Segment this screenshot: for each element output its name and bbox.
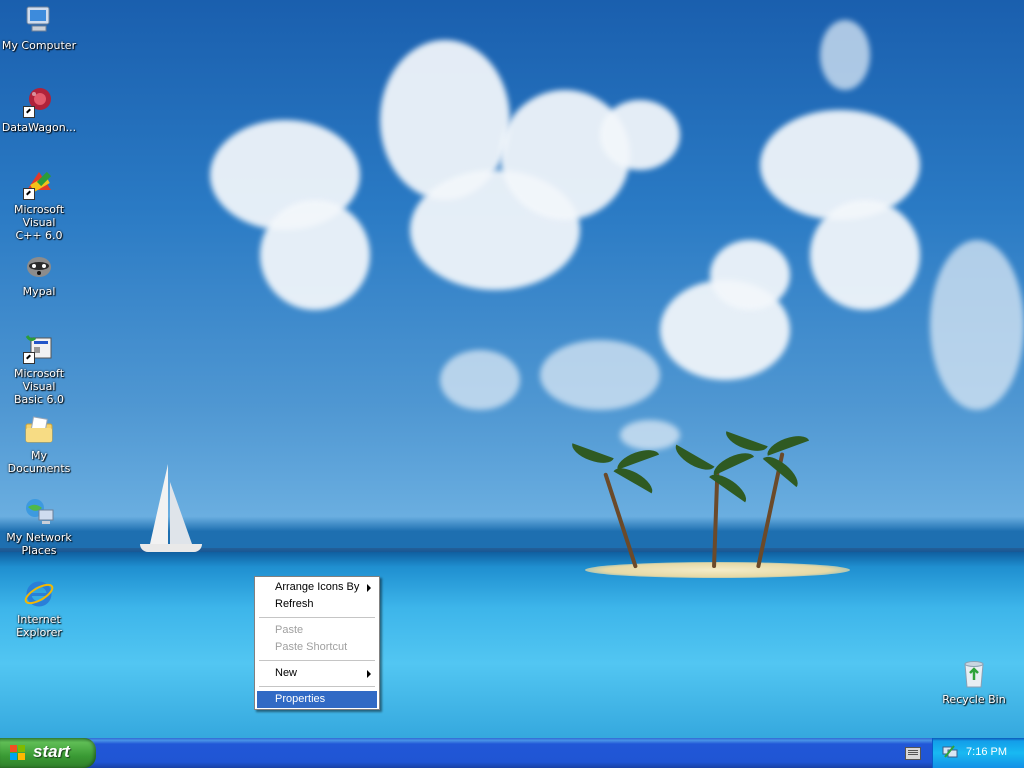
keyboard-icon[interactable]	[905, 747, 921, 760]
desktop-icon-label: Mypal	[22, 285, 56, 298]
start-label: start	[33, 742, 70, 761]
submenu-arrow-icon	[367, 584, 371, 592]
desktop-icon-label: Internet	[17, 613, 61, 626]
menu-item-label: Paste	[275, 624, 304, 636]
menu-item-arrange-icons-by[interactable]: Arrange Icons By	[257, 579, 377, 596]
menu-item-label: Arrange Icons By	[275, 581, 360, 593]
desktop-icon-datawagon[interactable]: DataWagon...	[0, 86, 78, 134]
computer-icon	[23, 4, 55, 36]
menu-item-properties[interactable]: Properties	[257, 691, 377, 708]
network-places-icon	[23, 496, 55, 528]
menu-item-paste[interactable]: Paste	[257, 622, 377, 639]
menu-item-label: Paste Shortcut	[275, 641, 348, 653]
documents-folder-icon	[23, 414, 55, 446]
menu-item-label: Properties	[275, 693, 326, 705]
network-tray-icon[interactable]	[942, 745, 958, 759]
desktop-icon-visual-basic[interactable]: Microsoft Visual Basic 6.0	[0, 332, 78, 406]
taskbar: start 7:16 PM	[0, 738, 1024, 768]
desktop-icon-label-line2: Explorer	[16, 626, 62, 639]
recycle-bin-icon	[958, 658, 990, 690]
mypal-raccoon-icon	[23, 250, 55, 282]
windows-logo-icon	[10, 745, 26, 761]
desktop-icon-my-network-places[interactable]: My Network Places	[0, 496, 78, 557]
menu-item-paste-shortcut[interactable]: Paste Shortcut	[257, 639, 377, 656]
internet-explorer-icon	[23, 578, 55, 610]
menu-separator	[259, 686, 375, 687]
system-tray: 7:16 PM	[932, 738, 1024, 768]
menu-item-label: Refresh	[275, 598, 314, 610]
desktop-icon-label: Microsoft Visual	[13, 203, 65, 229]
desktop-icon-label: Recycle Bin	[942, 693, 1006, 706]
desktop-icon-label: DataWagon...	[1, 121, 77, 134]
desktop-icon-label-line2: C++ 6.0	[15, 229, 63, 242]
datawagon-icon	[23, 86, 55, 118]
menu-separator	[259, 660, 375, 661]
shortcut-arrow-icon	[23, 352, 35, 364]
desktop-icon-internet-explorer[interactable]: Internet Explorer	[0, 578, 78, 639]
desktop-icon-my-documents[interactable]: My Documents	[0, 414, 78, 475]
clock[interactable]: 7:16 PM	[966, 746, 1007, 758]
desktop-context-menu: Arrange Icons By Refresh Paste Paste Sho…	[254, 576, 380, 710]
menu-separator	[259, 617, 375, 618]
desktop-icon-label: My Network	[6, 531, 72, 544]
visual-basic-icon	[23, 332, 55, 364]
desktop-icon-label-line2: Basic 6.0	[13, 393, 65, 406]
menu-item-refresh[interactable]: Refresh	[257, 596, 377, 613]
visual-cpp-icon	[23, 168, 55, 200]
menu-item-new[interactable]: New	[257, 665, 377, 682]
start-button[interactable]: start	[0, 738, 96, 768]
desktop-icon-label: My Computer	[1, 39, 77, 52]
sailboat	[140, 460, 204, 560]
desktop-icon-my-computer[interactable]: My Computer	[0, 4, 78, 52]
shortcut-arrow-icon	[23, 106, 35, 118]
desktop-icon-label-line2: Places	[21, 544, 57, 557]
menu-item-label: New	[275, 667, 298, 679]
desktop-icon-label: Microsoft Visual	[13, 367, 65, 393]
desktop-icon-visual-cpp[interactable]: Microsoft Visual C++ 6.0	[0, 168, 78, 242]
desktop-wallpaper[interactable]	[0, 0, 1024, 738]
shortcut-arrow-icon	[23, 188, 35, 200]
desktop-icon-mypal[interactable]: Mypal	[0, 250, 78, 298]
desktop-icon-recycle-bin[interactable]: Recycle Bin	[935, 658, 1013, 706]
desktop-icon-label: My Documents	[7, 449, 71, 475]
submenu-arrow-icon	[367, 670, 371, 678]
